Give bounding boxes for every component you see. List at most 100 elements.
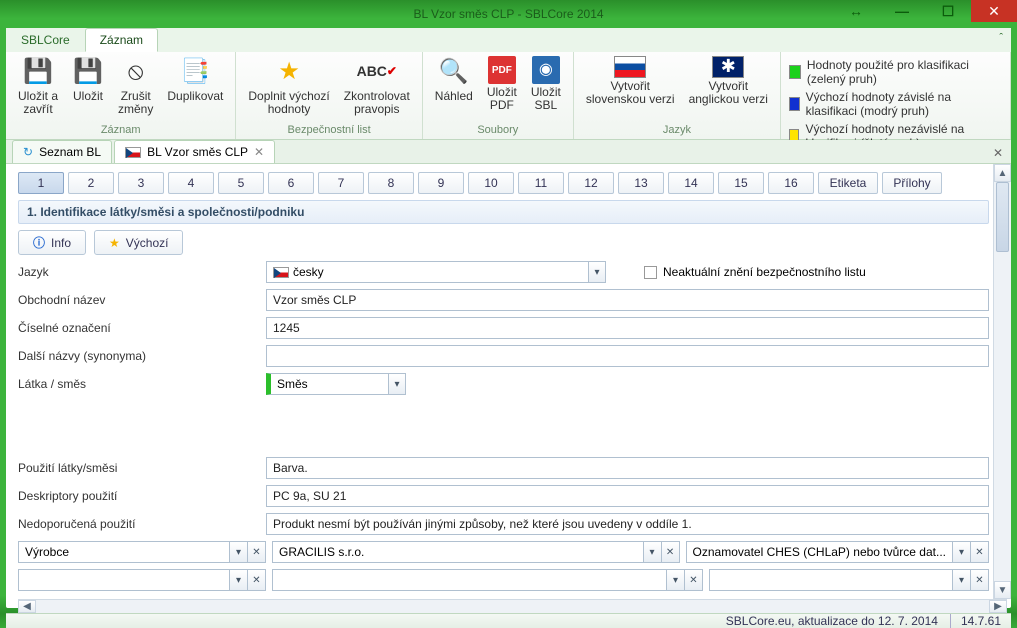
numtab-3[interactable]: 3: [118, 172, 164, 194]
obchodni-input[interactable]: [266, 289, 989, 311]
save-button[interactable]: 💾Uložit: [66, 54, 110, 105]
close-icon[interactable]: ✕: [254, 145, 264, 159]
numtab-13[interactable]: 13: [618, 172, 664, 194]
clear-icon[interactable]: ✕: [685, 569, 703, 591]
clear-icon[interactable]: ✕: [971, 541, 989, 563]
flag-uk-icon: ✱: [712, 56, 744, 78]
clear-icon[interactable]: ✕: [248, 541, 266, 563]
neaktualni-checkbox[interactable]: [644, 266, 657, 279]
fill-defaults-button[interactable]: ★Doplnit výchozí hodnoty: [242, 54, 335, 118]
spellcheck-button[interactable]: ABC✔Zkontrolovat pravopis: [338, 54, 416, 118]
close-all-icon[interactable]: ✕: [993, 146, 1003, 160]
numtab-2[interactable]: 2: [68, 172, 114, 194]
flag-sk-icon: [614, 56, 646, 78]
numtab-7[interactable]: 7: [318, 172, 364, 194]
titlebar: BL Vzor směs CLP - SBLCore 2014 ↔ — ☐ ✕: [0, 0, 1017, 28]
empty-combo-2[interactable]: ▾✕: [272, 569, 703, 591]
preview-button[interactable]: 🔍Náhled: [429, 54, 479, 105]
section-header: 1. Identifikace látky/směsi a společnost…: [18, 200, 989, 224]
chevron-down-icon[interactable]: ▾: [588, 261, 606, 283]
scroll-up-icon[interactable]: ▲: [994, 164, 1011, 182]
numtab-etiketa[interactable]: Etiketa: [818, 172, 878, 194]
preview-icon: 🔍: [438, 56, 470, 88]
save-close-button[interactable]: 💾Uložit a zavřít: [12, 54, 64, 118]
deskriptory-input[interactable]: [266, 485, 989, 507]
chevron-down-icon[interactable]: ▾: [230, 541, 248, 563]
empty-combo-1[interactable]: ▾✕: [18, 569, 266, 591]
clear-icon[interactable]: ✕: [971, 569, 989, 591]
scroll-right-icon[interactable]: ▶: [989, 600, 1007, 613]
chevron-down-icon[interactable]: ▾: [667, 569, 685, 591]
numtab-5[interactable]: 5: [218, 172, 264, 194]
numtab-14[interactable]: 14: [668, 172, 714, 194]
numtab-prilohy[interactable]: Přílohy: [882, 172, 942, 194]
save-pdf-button[interactable]: PDFUložit PDF: [481, 54, 523, 114]
numtab-9[interactable]: 9: [418, 172, 464, 194]
chevron-down-icon[interactable]: ▾: [953, 541, 971, 563]
ribbon-collapse-icon[interactable]: ˆ: [999, 32, 1003, 44]
oznamovatel-combo[interactable]: Oznamovatel CHES (CHLaP) nebo tvůrce dat…: [686, 541, 989, 563]
window-dd-icon[interactable]: ↔: [833, 0, 879, 22]
numtab-11[interactable]: 11: [518, 172, 564, 194]
horizontal-scrollbar[interactable]: ◀ ▶: [18, 599, 1007, 613]
gracilis-combo[interactable]: GRACILIS s.r.o.▾✕: [272, 541, 680, 563]
create-en-button[interactable]: ✱Vytvořit anglickou verzi: [683, 54, 774, 108]
discard-button[interactable]: ⦸Zrušit změny: [112, 54, 159, 118]
refresh-icon: ↻: [23, 145, 33, 159]
doctab-seznam[interactable]: ↻Seznam BL: [12, 140, 112, 163]
document-tabs: ↻Seznam BL BL Vzor směs CLP✕ ✕: [6, 140, 1011, 164]
minimize-button[interactable]: —: [879, 0, 925, 22]
latka-combo[interactable]: Směs ▾: [266, 373, 406, 395]
dalsi-label: Další názvy (synonyma): [18, 349, 258, 363]
scroll-down-icon[interactable]: ▼: [994, 581, 1011, 599]
scroll-thumb[interactable]: [996, 182, 1009, 252]
numtab-15[interactable]: 15: [718, 172, 764, 194]
create-sk-button[interactable]: Vytvořit slovenskou verzi: [580, 54, 681, 108]
group-soubory-label: Soubory: [429, 124, 567, 137]
vertical-scrollbar[interactable]: ▲ ▼: [993, 164, 1011, 599]
numtab-10[interactable]: 10: [468, 172, 514, 194]
vyrobce-combo[interactable]: Výrobce▾✕: [18, 541, 266, 563]
legend-blue: Výchozí hodnoty závislé na klasifikaci (…: [789, 90, 1002, 118]
numtab-12[interactable]: 12: [568, 172, 614, 194]
doctab-bl-vzor[interactable]: BL Vzor směs CLP✕: [114, 140, 275, 163]
chevron-down-icon[interactable]: ▾: [644, 541, 662, 563]
scroll-left-icon[interactable]: ◀: [18, 600, 36, 613]
discard-icon: ⦸: [120, 56, 152, 88]
dalsi-input[interactable]: [266, 345, 989, 367]
numtab-1[interactable]: 1: [18, 172, 64, 194]
status-version: 14.7.61: [950, 614, 1001, 628]
save-close-icon: 💾: [22, 56, 54, 88]
pouziti-input[interactable]: [266, 457, 989, 479]
save-sbl-button[interactable]: ◉Uložit SBL: [525, 54, 567, 114]
chevron-down-icon[interactable]: ▾: [230, 569, 248, 591]
chevron-down-icon[interactable]: ▾: [953, 569, 971, 591]
star-icon: ★: [273, 56, 305, 88]
numtab-6[interactable]: 6: [268, 172, 314, 194]
tab-zaznam[interactable]: Záznam: [85, 28, 158, 52]
maximize-button[interactable]: ☐: [925, 0, 971, 22]
nedop-input[interactable]: [266, 513, 989, 535]
vychozi-button[interactable]: ★Výchozí: [94, 230, 183, 255]
close-button[interactable]: ✕: [971, 0, 1017, 22]
clear-icon[interactable]: ✕: [248, 569, 266, 591]
chevron-down-icon[interactable]: ▾: [388, 373, 406, 395]
clear-icon[interactable]: ✕: [662, 541, 680, 563]
duplicate-icon: 📑: [179, 56, 211, 88]
duplicate-button[interactable]: 📑Duplikovat: [161, 54, 229, 105]
deskriptory-label: Deskriptory použití: [18, 489, 258, 503]
app-tabstrip: SBLCore Záznam ˆ: [6, 28, 1011, 52]
jazyk-combo[interactable]: česky ▾: [266, 261, 606, 283]
numtab-16[interactable]: 16: [768, 172, 814, 194]
pdf-icon: PDF: [488, 56, 516, 84]
numtab-8[interactable]: 8: [368, 172, 414, 194]
info-button[interactable]: ⓘInfo: [18, 230, 86, 255]
tab-sblcore[interactable]: SBLCore: [6, 28, 85, 52]
ciselne-input[interactable]: [266, 317, 989, 339]
empty-combo-3[interactable]: ▾✕: [709, 569, 989, 591]
ciselne-label: Číselné označení: [18, 321, 258, 335]
numtab-4[interactable]: 4: [168, 172, 214, 194]
status-update: SBLCore.eu, aktualizace do 12. 7. 2014: [726, 614, 938, 628]
legend-green: Hodnoty použité pro klasifikaci (zelený …: [789, 58, 1002, 86]
group-bl-label: Bezpečnostní list: [242, 124, 415, 137]
